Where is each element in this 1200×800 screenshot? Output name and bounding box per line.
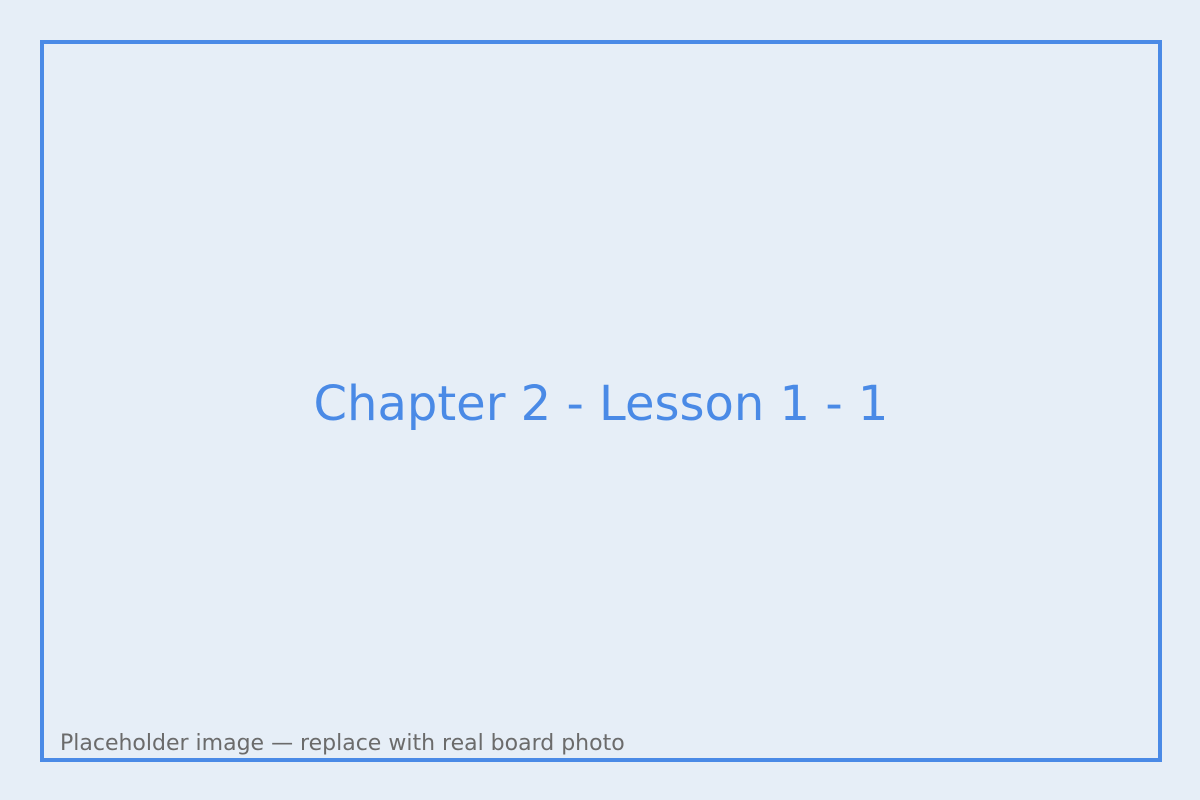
placeholder-title: Chapter 2 - Lesson 1 - 1: [313, 376, 889, 432]
placeholder-frame: Chapter 2 - Lesson 1 - 1 Placeholder ima…: [40, 40, 1162, 762]
placeholder-caption: Placeholder image — replace with real bo…: [60, 731, 625, 756]
placeholder-area: Chapter 2 - Lesson 1 - 1 Placeholder ima…: [44, 44, 1158, 758]
